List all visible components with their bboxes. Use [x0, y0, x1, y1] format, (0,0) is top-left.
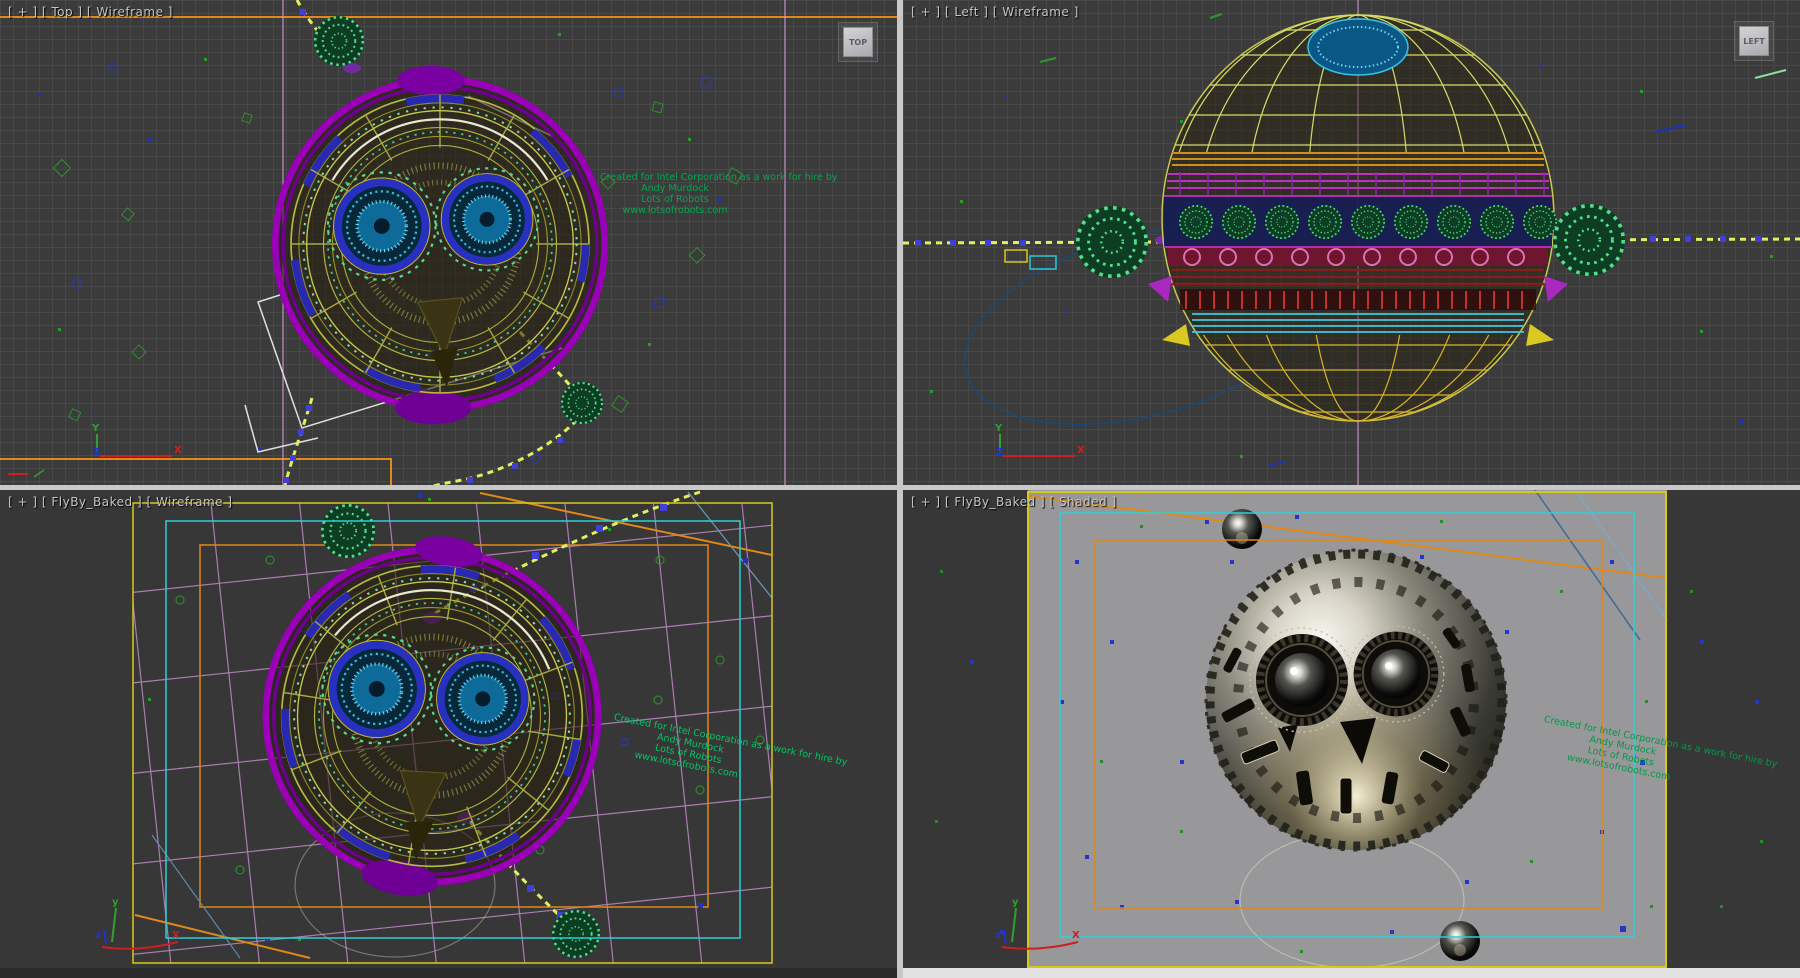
scene-left-wireframe: Y Z X [903, 0, 1800, 485]
svg-text:z: z [995, 930, 1001, 941]
svg-text:X: X [1077, 445, 1085, 456]
svg-text:X: X [172, 930, 180, 941]
viewport-left[interactable]: Y Z X [ + ] [ Left ] [ Wireframe ] LEFT [903, 0, 1800, 485]
viewport-label[interactable]: [ + ] [ FlyBy_Baked ] [ Wireframe ] [8, 495, 233, 509]
viewcube-face-label[interactable]: LEFT [1739, 26, 1769, 56]
svg-text:Y: Y [91, 423, 100, 434]
viewport-label[interactable]: [ + ] [ Left ] [ Wireframe ] [911, 5, 1079, 19]
svg-text:X: X [174, 445, 182, 456]
viewcube[interactable]: TOP [838, 22, 878, 62]
svg-text:z: z [95, 930, 101, 941]
svg-text:Z: Z [93, 447, 100, 458]
watermark-text: Created for Intel Corporation as a work … [600, 172, 750, 216]
scene-flyby-shaded: y z X [903, 490, 1800, 968]
axis-gizmo: Y Z X [994, 423, 1085, 458]
viewcube-face-label[interactable]: TOP [843, 27, 873, 57]
sphere-left-view [1148, 15, 1568, 421]
viewport-splitter-horizontal[interactable] [0, 485, 1800, 490]
scene-top-wireframe: Y Z X [0, 0, 897, 485]
bottom-edge-left [0, 968, 897, 978]
viewport-label[interactable]: [ + ] [ Top ] [ Wireframe ] [8, 5, 173, 19]
axis-gizmo: Y Z X [8, 423, 182, 477]
quad-viewport-stage: Y Z X [ + ] [ Top ] [ Wireframe ] TOP Cr… [0, 0, 1800, 978]
viewport-flyby-shaded[interactable]: y z X [ + ] [ FlyBy_Baked ] [ Shaded ] C… [903, 490, 1800, 968]
svg-text:Y: Y [994, 423, 1003, 434]
viewport-top[interactable]: Y Z X [ + ] [ Top ] [ Wireframe ] TOP Cr… [0, 0, 897, 485]
svg-text:y: y [112, 897, 119, 908]
svg-text:X: X [1072, 930, 1080, 941]
viewport-flyby-wireframe[interactable]: y z X [ + ] [ FlyBy_Baked ] [ Wireframe … [0, 490, 897, 968]
viewcube[interactable]: LEFT [1734, 21, 1774, 61]
bottom-edge-right [903, 968, 1800, 978]
scene-flyby-wireframe: y z X [0, 490, 897, 968]
viewport-label[interactable]: [ + ] [ FlyBy_Baked ] [ Shaded ] [911, 495, 1117, 509]
svg-text:y: y [1012, 897, 1019, 908]
svg-text:Z: Z [996, 447, 1003, 458]
